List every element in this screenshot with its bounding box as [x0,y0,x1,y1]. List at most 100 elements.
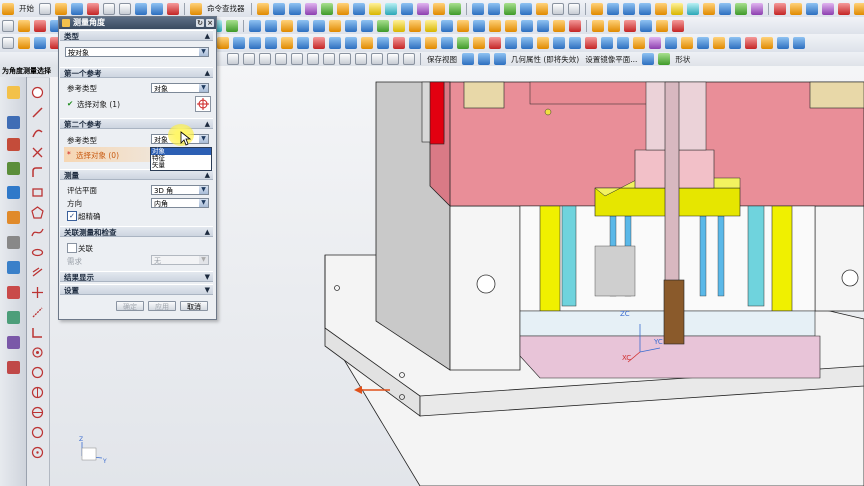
fillet-icon[interactable] [18,19,30,32]
fit-view-icon[interactable] [487,2,500,15]
surface-icon-11[interactable] [409,19,421,32]
edit-icon-17[interactable] [425,37,437,49]
edit-icon-25[interactable] [553,37,565,49]
dropdown-option-vector[interactable]: 矢量 [151,162,211,169]
crosshair-select-icon[interactable] [195,96,211,112]
core-rod[interactable] [663,279,685,345]
select-object-1[interactable]: 选择对象 (1) [77,99,120,110]
start-menu-button[interactable]: 开始 [19,3,34,14]
hd3d-tools-icon[interactable] [7,186,20,199]
part-icon-6[interactable] [853,2,864,15]
spline-sketch-icon[interactable] [31,226,44,239]
point-sketch-icon[interactable] [31,446,44,459]
revolve-icon[interactable] [288,2,301,15]
edit-icon-38[interactable] [761,37,773,49]
electrode-icon[interactable] [702,2,715,15]
ejector-pin[interactable] [747,205,765,307]
surface-icon-6[interactable] [329,19,341,32]
patch-icon[interactable] [226,19,238,32]
snap-icon-7[interactable] [323,53,335,65]
trim-sketch-icon[interactable] [31,286,44,299]
pad-icon[interactable] [368,2,381,15]
type-section-header[interactable]: 类型 ▲ [60,30,213,41]
surface-icon-15[interactable] [473,19,485,32]
snap-icon-9[interactable] [355,53,367,65]
surface-icon-13[interactable] [441,19,453,32]
edit-icon-20[interactable] [473,37,485,49]
bom-icon[interactable] [734,2,747,15]
process-studio-icon[interactable] [7,286,20,299]
edit-icon-21[interactable] [489,37,501,49]
render-style-icon[interactable] [551,2,564,15]
mirror-sketch-icon[interactable] [31,346,44,359]
chamfer-icon[interactable] [34,19,46,32]
command-finder-icon[interactable] [190,2,202,15]
edit-icon-8[interactable] [281,37,293,49]
extend-sketch-icon[interactable] [31,306,44,319]
set-mirror-plane-button[interactable]: 设置镜像平面... [585,54,637,65]
edit-icon-24[interactable] [537,37,549,49]
sketch-icon[interactable] [256,2,269,15]
associativity-section-header[interactable]: 关联测量和检查 ▲ [60,226,213,237]
polygon-sketch-icon[interactable] [31,206,44,219]
datum-sketch-icon[interactable] [31,426,44,439]
rectangle-sketch-icon[interactable] [31,186,44,199]
snap-icon-8[interactable] [339,53,351,65]
select-icon[interactable] [2,19,14,32]
command-finder-button[interactable]: 命令查找器 [207,3,245,14]
line-icon[interactable] [2,37,14,49]
analysis-icon-1[interactable] [592,19,604,32]
history-icon[interactable] [7,236,20,249]
edit-icon-26[interactable] [569,37,581,49]
snap-icon-10[interactable] [371,53,383,65]
arc-sketch-icon[interactable] [31,126,44,139]
edit-icon-19[interactable] [457,37,469,49]
edit-icon-11[interactable] [329,37,341,49]
return-pin[interactable] [539,205,561,312]
slider-icon[interactable] [670,2,683,15]
delete-icon[interactable] [167,2,179,15]
direction-select[interactable]: 内角 ▼ [151,198,209,208]
edit-icon-16[interactable] [409,37,421,49]
view-icon-3[interactable] [494,53,506,65]
first-reference-section-header[interactable]: 第一个参考 ▲ [60,67,213,78]
offset-sketch-icon[interactable] [31,266,44,279]
ok-button[interactable]: 确定 [116,301,144,311]
analysis-icon-4[interactable] [640,19,652,32]
surface-icon-2[interactable] [265,19,277,32]
pan-view-icon[interactable] [519,2,532,15]
assembly-navigator-icon[interactable] [7,116,20,129]
surface-icon-1[interactable] [249,19,261,32]
arc-icon[interactable] [34,37,46,49]
unite-icon[interactable] [416,2,429,15]
edit-icon-32[interactable] [665,37,677,49]
rotate-view-icon[interactable] [503,2,516,15]
manufacturing-wizards-icon[interactable] [7,311,20,324]
part-navigator-icon[interactable] [7,86,20,99]
save-icon[interactable] [71,2,83,15]
edit-icon-22[interactable] [505,37,517,49]
pocket-icon[interactable] [352,2,365,15]
close-icon[interactable]: × [206,19,214,27]
constraint-navigator-icon[interactable] [7,138,20,151]
snap-icon-1[interactable] [227,53,239,65]
edit-icon-23[interactable] [521,37,533,49]
hole-icon[interactable] [320,2,333,15]
surface-icon-9[interactable] [377,19,389,32]
edit-icon-30[interactable] [633,37,645,49]
new-file-icon[interactable] [39,2,51,15]
analysis-icon-3[interactable] [624,19,636,32]
edit-icon-10[interactable] [313,37,325,49]
groove-icon[interactable] [400,2,413,15]
datum-plane-icon[interactable] [304,2,317,15]
return-pin[interactable] [771,205,793,312]
constraint-sketch-icon[interactable] [31,386,44,399]
cut-icon[interactable] [87,2,99,15]
circle-sketch-icon[interactable] [31,146,44,159]
pattern-sketch-icon[interactable] [31,366,44,379]
surface-icon-10[interactable] [393,19,405,32]
edit-icon-13[interactable] [361,37,373,49]
copy-icon[interactable] [103,2,115,15]
mold-base-icon[interactable] [622,2,635,15]
surface-icon-7[interactable] [345,19,357,32]
